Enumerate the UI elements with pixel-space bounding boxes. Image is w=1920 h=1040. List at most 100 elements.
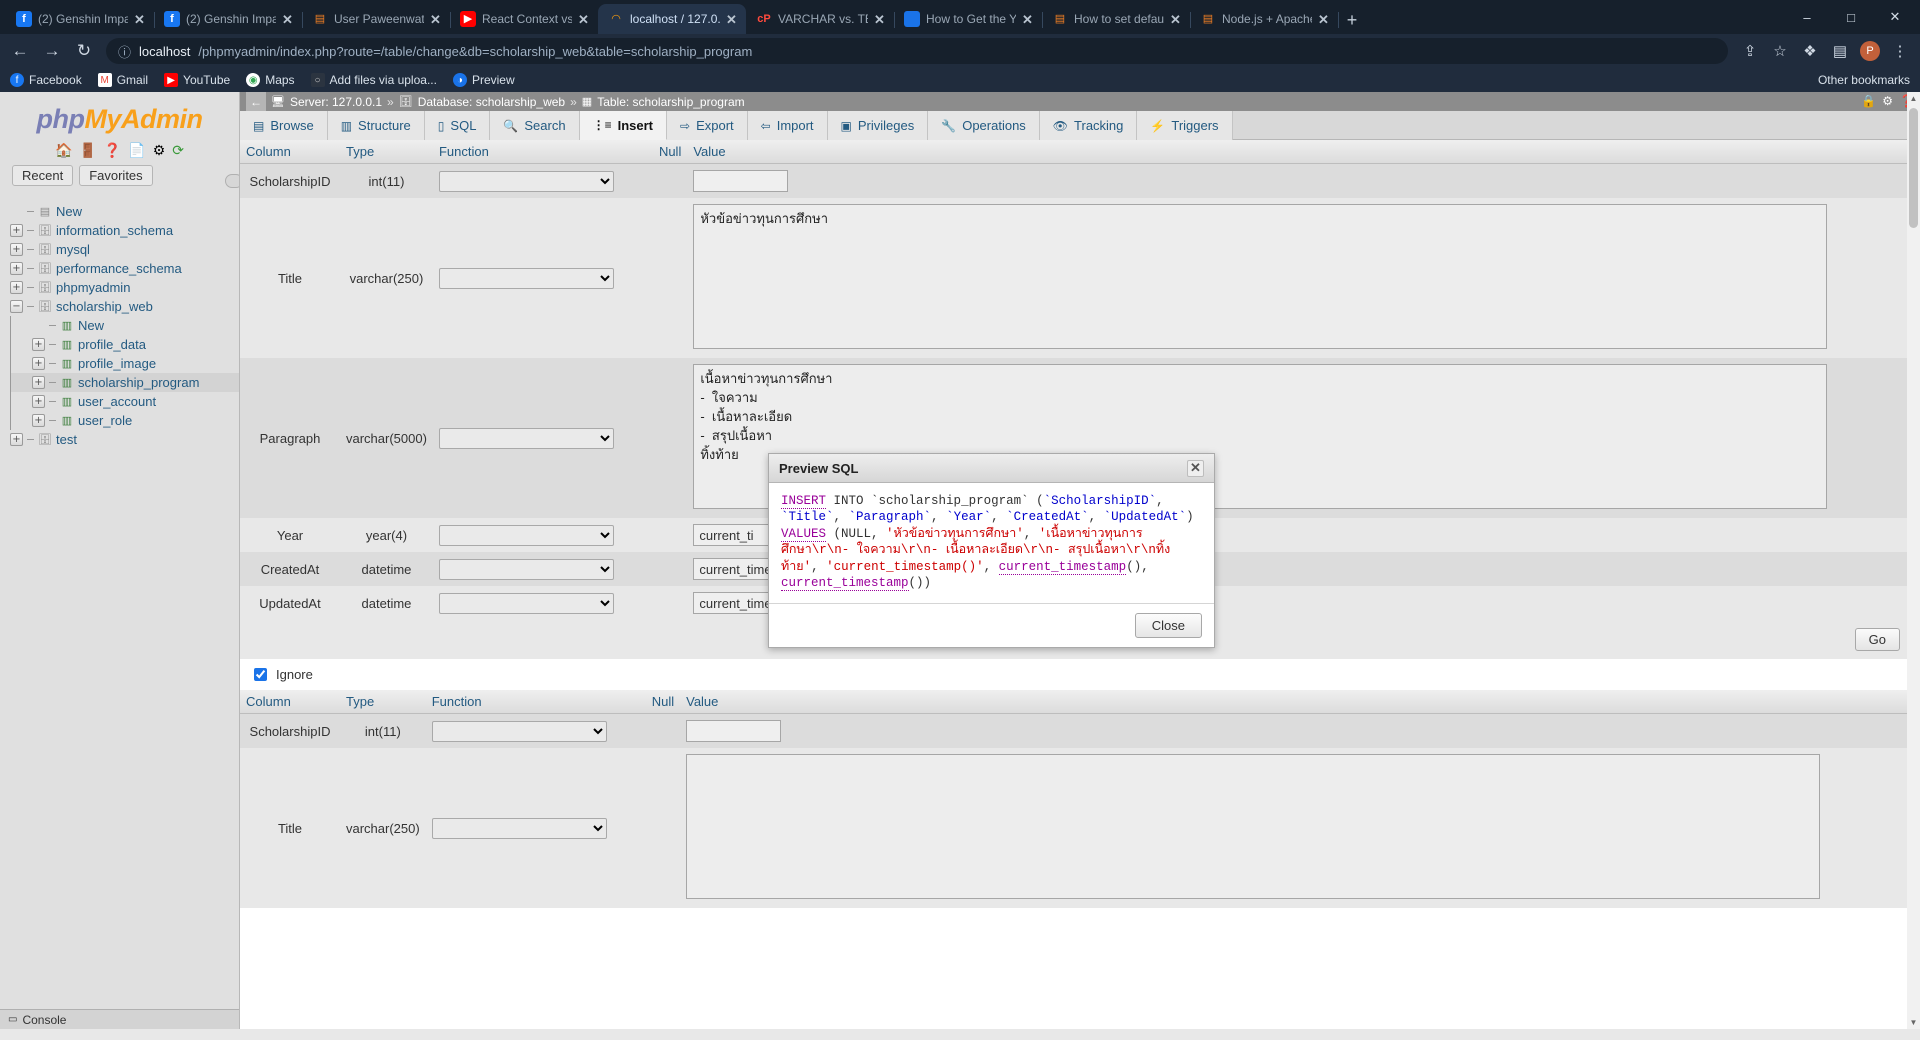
function-select[interactable]: [438, 592, 614, 614]
function-select[interactable]: [431, 817, 607, 839]
reload-icon[interactable]: ↻: [74, 41, 94, 61]
tree-item-performance-schema[interactable]: + 🗄 performance_schema: [10, 259, 239, 278]
tab-close-icon[interactable]: ✕: [1318, 13, 1332, 26]
tab-sql[interactable]: ▯ SQL: [424, 111, 491, 140]
refresh-icon[interactable]: ⟳: [172, 143, 184, 157]
tree-item-new[interactable]: ▥ New: [10, 316, 239, 335]
expand-icon[interactable]: +: [10, 243, 23, 256]
recent-button[interactable]: Recent: [12, 165, 74, 186]
bookmark-item[interactable]: f Facebook: [10, 73, 82, 87]
tab-insert[interactable]: ⋮≡ Insert: [579, 111, 667, 140]
tab-tracking[interactable]: 👁 Tracking: [1039, 111, 1138, 140]
back-icon[interactable]: ←: [10, 41, 30, 61]
value-input[interactable]: [693, 170, 789, 192]
tab-triggers[interactable]: ⚡ Triggers: [1137, 111, 1233, 140]
tree-item-user-account[interactable]: + ▥ user_account: [10, 392, 239, 411]
tab-structure[interactable]: ▥ Structure: [327, 111, 425, 140]
go-button[interactable]: Go: [1854, 628, 1900, 651]
value-textarea[interactable]: [693, 204, 1828, 349]
close-window-button[interactable]: ✕: [1874, 2, 1916, 32]
tab-search[interactable]: 🔍 Search: [490, 111, 580, 140]
bookmark-star-icon[interactable]: ☆: [1770, 42, 1790, 60]
value-textarea[interactable]: [686, 754, 1821, 899]
browser-tab[interactable]: ▤ User Paweenwat Man ✕: [302, 4, 451, 34]
settings-icon[interactable]: ⚙: [153, 143, 166, 157]
expand-icon[interactable]: +: [10, 262, 23, 275]
site-info-icon[interactable]: ⓘ: [118, 42, 131, 61]
function-select[interactable]: [438, 267, 614, 289]
browser-tab[interactable]: f (2) Genshin Impact T ✕: [6, 4, 155, 34]
value-input[interactable]: [686, 720, 782, 742]
breadcrumb-database[interactable]: Database: scholarship_web: [418, 95, 565, 109]
function-select[interactable]: [438, 558, 614, 580]
maximize-button[interactable]: □: [1830, 2, 1872, 32]
breadcrumb-server[interactable]: Server: 127.0.0.1: [290, 95, 382, 109]
other-bookmarks-button[interactable]: Other bookmarks: [1813, 73, 1910, 87]
page-scrollbar[interactable]: ▲ ▼: [1907, 92, 1920, 1029]
tab-privileges[interactable]: ▣ Privileges: [827, 111, 929, 140]
minimize-button[interactable]: –: [1786, 2, 1828, 32]
expand-icon[interactable]: +: [32, 395, 45, 408]
tab-export[interactable]: ⇨ Export: [667, 111, 748, 140]
bookmark-item[interactable]: ◉ Maps: [246, 73, 295, 87]
home-icon[interactable]: 🏠: [55, 143, 72, 157]
browser-tab[interactable]: ▶ React Context vs Red ✕: [450, 4, 598, 34]
bookmark-item[interactable]: ◑ Preview: [452, 73, 515, 87]
expand-icon[interactable]: +: [32, 338, 45, 351]
help-icon[interactable]: ❓: [104, 143, 121, 157]
tab-close-icon[interactable]: ✕: [578, 13, 592, 26]
tab-operations[interactable]: 🔧 Operations: [928, 111, 1040, 140]
profile-avatar[interactable]: P: [1860, 41, 1880, 61]
tree-item-mysql[interactable]: + 🗄 mysql: [10, 240, 239, 259]
tree-item-profile-data[interactable]: + ▥ profile_data: [10, 335, 239, 354]
tab-import[interactable]: ⇦ Import: [747, 111, 828, 140]
expand-icon[interactable]: +: [10, 281, 23, 294]
function-select[interactable]: [438, 170, 614, 192]
close-button[interactable]: Close: [1134, 613, 1202, 639]
expand-icon[interactable]: +: [10, 433, 23, 446]
lock-icon[interactable]: 🔒: [1861, 94, 1876, 108]
docs-icon[interactable]: 📄: [128, 143, 145, 157]
browser-tab[interactable]: f (2) Genshin Impact T ✕: [154, 4, 303, 34]
browser-tab[interactable]: ◠ localhost / 127.0.0.1 ✕: [598, 4, 746, 34]
expand-icon[interactable]: +: [32, 357, 45, 370]
side-panel-icon[interactable]: ▤: [1830, 42, 1850, 60]
close-icon[interactable]: ✕: [1187, 459, 1204, 477]
tab-close-icon[interactable]: ✕: [282, 13, 296, 26]
browser-tab[interactable]: ▤ Node.js + Apache + ✕: [1190, 4, 1339, 34]
address-bar[interactable]: ⓘ localhost/phpmyadmin/index.php?route=/…: [106, 38, 1728, 64]
phpmyadmin-logo[interactable]: phpMyAdmin: [0, 92, 239, 139]
tree-item-scholarship-web[interactable]: − 🗄 scholarship_web: [10, 297, 239, 316]
dialog-titlebar[interactable]: Preview SQL ✕: [769, 454, 1214, 483]
tab-close-icon[interactable]: ✕: [726, 13, 740, 26]
browser-menu-icon[interactable]: ⋮: [1890, 42, 1910, 60]
expand-icon[interactable]: +: [32, 414, 45, 427]
tree-item-profile-image[interactable]: + ▥ profile_image: [10, 354, 239, 373]
tree-item-information-schema[interactable]: + 🗄 information_schema: [10, 221, 239, 240]
tree-item-scholarship-program[interactable]: + ▥ scholarship_program: [10, 373, 239, 392]
scroll-down-arrow[interactable]: ▼: [1907, 1016, 1920, 1029]
function-select[interactable]: [438, 427, 614, 449]
tree-item-test[interactable]: + 🗄 test: [10, 430, 239, 449]
tree-item-new[interactable]: ▤ New: [10, 202, 239, 221]
tree-item-phpmyadmin[interactable]: + 🗄 phpmyadmin: [10, 278, 239, 297]
tab-close-icon[interactable]: ✕: [1022, 13, 1036, 26]
extensions-icon[interactable]: ❖: [1800, 42, 1820, 60]
sidebar-resize-handle[interactable]: [225, 174, 239, 188]
tab-close-icon[interactable]: ✕: [134, 13, 148, 26]
bookmark-item[interactable]: M Gmail: [97, 73, 148, 87]
tree-item-user-role[interactable]: + ▥ user_role: [10, 411, 239, 430]
tab-close-icon[interactable]: ✕: [1170, 13, 1184, 26]
scrollbar-thumb[interactable]: [1909, 108, 1918, 228]
collapse-icon[interactable]: −: [10, 300, 23, 313]
expand-icon[interactable]: +: [32, 376, 45, 389]
share-icon[interactable]: ⇪: [1740, 42, 1760, 60]
expand-icon[interactable]: +: [10, 224, 23, 237]
function-select[interactable]: [438, 524, 614, 546]
tab-browse[interactable]: ▤ Browse: [240, 111, 328, 140]
browser-tab[interactable]: cP VARCHAR vs. TEXT f ✕: [746, 4, 895, 34]
browser-tab[interactable]: ▤ How to set default ye ✕: [1042, 4, 1191, 34]
tab-close-icon[interactable]: ✕: [874, 13, 888, 26]
bookmark-item[interactable]: ○ Add files via uploa...: [310, 73, 437, 87]
scroll-up-arrow[interactable]: ▲: [1907, 92, 1920, 105]
